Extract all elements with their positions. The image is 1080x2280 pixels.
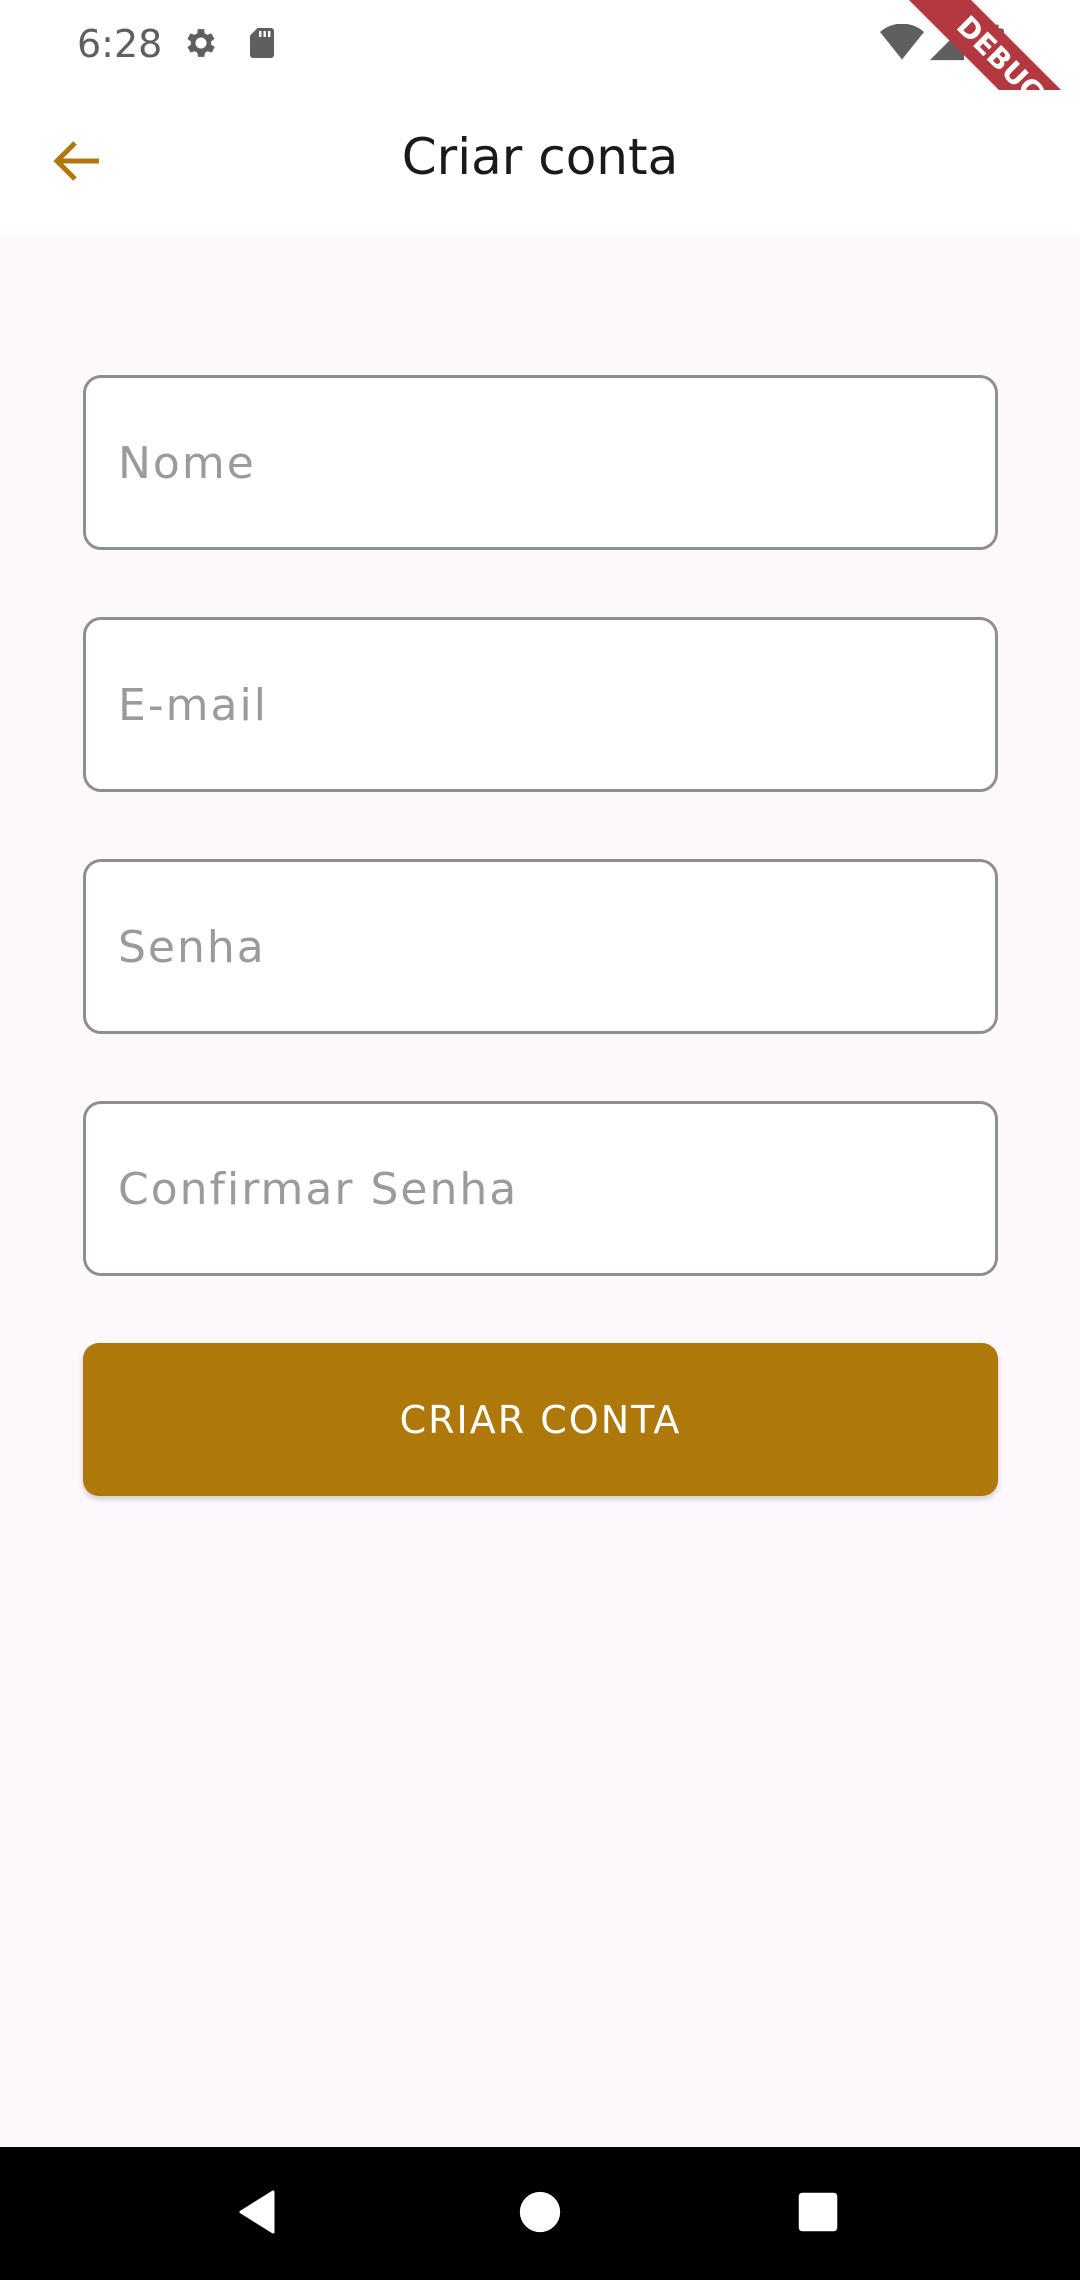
system-nav-bar: [0, 2147, 1080, 2280]
name-input[interactable]: [116, 378, 970, 549]
email-input[interactable]: [116, 620, 970, 791]
confirm-password-input[interactable]: [116, 1104, 970, 1275]
back-triangle-icon: [235, 2188, 283, 2241]
nav-recents-button[interactable]: [783, 2179, 853, 2249]
page-title: Criar conta: [401, 128, 679, 186]
signup-form: [83, 375, 998, 1343]
sd-card-icon: [244, 24, 280, 67]
status-bar: 6:28 DEBUG: [0, 0, 1080, 182]
recents-square-icon: [797, 2191, 839, 2238]
password-field: [83, 859, 998, 1034]
nav-back-button[interactable]: [224, 2179, 294, 2249]
nav-home-button[interactable]: [505, 2179, 575, 2249]
email-field: [83, 617, 998, 792]
password-input[interactable]: [116, 862, 970, 1033]
confirm-password-field: [83, 1101, 998, 1276]
gear-icon: [182, 24, 220, 67]
status-time: 6:28: [77, 22, 163, 66]
name-field: [83, 375, 998, 550]
create-account-button[interactable]: CRIAR CONTA: [83, 1343, 998, 1496]
wifi-icon: [880, 23, 924, 67]
app-bar: Criar conta: [0, 90, 1080, 235]
home-circle-icon: [518, 2190, 562, 2239]
